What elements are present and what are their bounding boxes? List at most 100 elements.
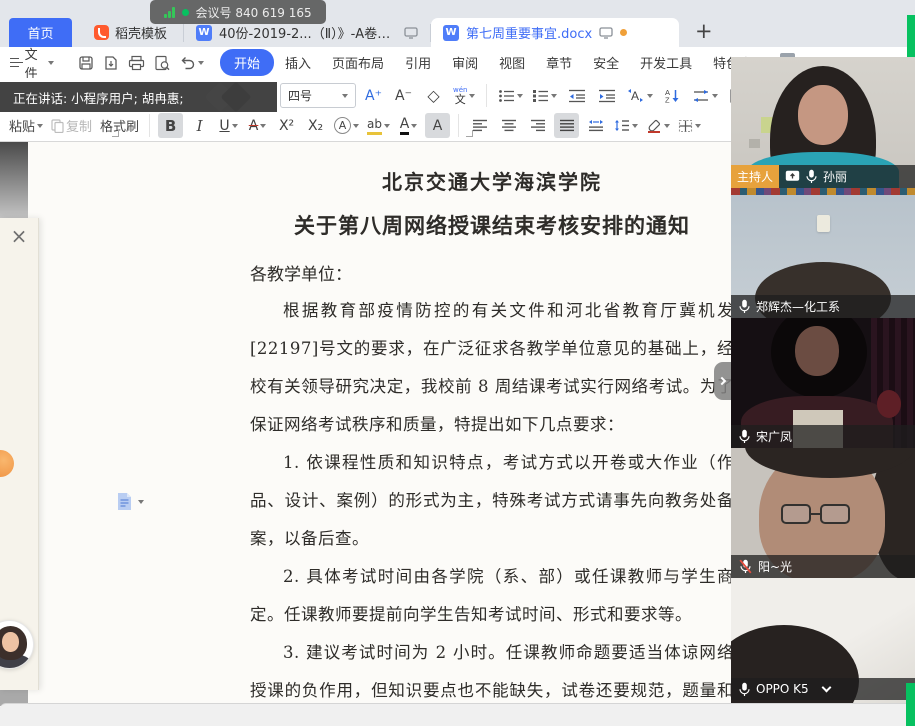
chevron-down-icon <box>469 94 475 98</box>
character-shading-button[interactable]: A <box>425 113 450 138</box>
now-speaking-text: 正在讲话: 小程序用户; 胡冉惠; <box>13 88 184 107</box>
ribbon-tab-security[interactable]: 安全 <box>583 50 629 75</box>
paragraph-mark-button[interactable] <box>690 83 720 108</box>
font-toolbar-row: 四号 A⁺ A⁻ ◇ wén 文 <box>280 83 750 108</box>
justify-button[interactable] <box>554 113 579 138</box>
participant-video-oppok5[interactable]: OPPO K5 <box>731 578 915 703</box>
screen-share-icon <box>785 170 800 183</box>
bold-button[interactable]: B <box>158 113 183 138</box>
export-pdf-button[interactable] <box>103 55 119 71</box>
blue-document-icon <box>116 492 133 511</box>
participant-name: 郑辉杰—化工系 <box>756 298 840 315</box>
sort-button[interactable]: AZ <box>660 83 685 108</box>
text-direction-button[interactable]: A <box>624 83 655 108</box>
paste-button[interactable]: 粘贴 <box>7 113 45 138</box>
ribbon-tab-section[interactable]: 章节 <box>536 50 582 75</box>
mic-icon <box>739 299 750 314</box>
ribbon-tab-dev-tools[interactable]: 开发工具 <box>630 50 702 75</box>
participant-video-yangguang[interactable]: 阳~光 <box>731 448 915 578</box>
highlight-color-button[interactable]: ab <box>365 113 392 138</box>
copy-button[interactable]: 复制 <box>49 113 94 138</box>
borders-button[interactable] <box>676 113 703 138</box>
chevron-down-icon <box>138 500 144 504</box>
clear-format-button[interactable]: ◇ <box>421 83 446 108</box>
participant-video-songguangfeng[interactable]: 宋广凤 <box>731 318 915 448</box>
format-painter-label: 格式刷 <box>100 116 139 135</box>
participant-video-zhenghuijie[interactable]: 郑辉杰—化工系 <box>731 188 915 318</box>
sticky-note <box>749 139 760 148</box>
print-button[interactable] <box>128 55 145 71</box>
screen-share-monitor-icon <box>599 27 613 39</box>
font-size-select[interactable]: 四号 <box>280 83 356 108</box>
light-switch <box>817 215 830 232</box>
bullet-list-button[interactable] <box>496 83 525 108</box>
app-window: 首页 稻壳模板 W 40份-2019-2...（Ⅱ）》-A卷答案 W 第七周重要… <box>0 0 915 726</box>
ribbon-tab-view[interactable]: 视图 <box>489 50 535 75</box>
font-size-value: 四号 <box>288 87 312 104</box>
save-button[interactable] <box>78 55 94 71</box>
divider <box>458 114 459 137</box>
emoji-peach-icon[interactable] <box>0 450 14 477</box>
clipboard-group-launcher-icon[interactable] <box>112 130 119 137</box>
beauty-avatar[interactable] <box>0 620 34 669</box>
tab-document-2-title: 第七周重要事宜.docx <box>466 23 592 42</box>
print-preview-button[interactable] <box>154 55 170 71</box>
distribute-button[interactable] <box>583 113 608 138</box>
ribbon-tabs: 开始 插入 页面布局 引用 审阅 视图 章节 安全 开发工具 特色应用 › <box>220 49 795 76</box>
ribbon-tab-home[interactable]: 开始 <box>220 49 274 76</box>
file-menu[interactable]: 文件 <box>0 44 64 82</box>
meeting-id-label: 会议号 840 619 165 <box>196 4 312 21</box>
signal-strength-icon <box>164 7 175 18</box>
align-center-button[interactable] <box>496 113 521 138</box>
ribbon-tab-references[interactable]: 引用 <box>395 50 441 75</box>
tab-home-label: 首页 <box>27 23 53 42</box>
pinyin-guide-button[interactable]: wén 文 <box>451 83 477 108</box>
chevron-down-icon <box>517 94 523 98</box>
strikethrough-button[interactable]: A <box>245 113 270 138</box>
font-color-button[interactable]: A <box>396 113 421 138</box>
participant-video-sunli[interactable]: 主持人 孙丽 <box>731 57 915 188</box>
undo-button[interactable] <box>179 56 204 70</box>
close-icon[interactable]: × <box>11 226 28 246</box>
tab-document-2-active[interactable]: W 第七周重要事宜.docx <box>431 18 679 47</box>
increase-font-button[interactable]: A⁺ <box>361 83 386 108</box>
share-border-green-bottom <box>906 683 915 726</box>
document-page[interactable]: 北京交通大学海滨学院 关于第八周网络授课结束考核安排的通知 各教学单位： 根据教… <box>28 142 731 706</box>
notice-paragraph: 2. 具体考试时间由各学院（系、部）或任课教师与学生商定。任课教师要提前向学生告… <box>250 558 734 634</box>
ribbon-tab-insert[interactable]: 插入 <box>275 50 321 75</box>
wps-writer-icon: W <box>443 25 459 41</box>
shading-fill-button[interactable] <box>644 113 672 138</box>
decrease-indent-button[interactable] <box>564 83 589 108</box>
ribbon-tab-page-layout[interactable]: 页面布局 <box>322 50 394 75</box>
video-panel-toggle[interactable] <box>714 362 731 400</box>
glasses <box>781 504 850 524</box>
meeting-id-pill[interactable]: 会议号 840 619 165 <box>150 0 326 24</box>
numbered-list-button[interactable] <box>530 83 559 108</box>
person-silhouette <box>798 85 848 145</box>
left-floating-panel: × <box>0 218 39 690</box>
text-effects-button[interactable]: A <box>332 113 361 138</box>
person-silhouette <box>795 326 839 376</box>
align-right-button[interactable] <box>525 113 550 138</box>
copy-label: 复制 <box>66 116 92 135</box>
new-tab-button[interactable]: + <box>695 18 713 44</box>
bottom-strip <box>0 703 915 726</box>
screen-share-monitor-icon <box>404 27 418 39</box>
superscript-button[interactable]: X² <box>274 113 299 138</box>
format-painter-button[interactable]: 格式刷 <box>98 113 141 138</box>
ribbon-tab-review[interactable]: 审阅 <box>442 50 488 75</box>
subscript-button[interactable]: X₂ <box>303 113 328 138</box>
share-border-green-top <box>907 15 915 57</box>
underline-button[interactable]: U <box>216 113 241 138</box>
italic-button[interactable]: I <box>187 113 212 138</box>
host-badge: 主持人 <box>731 165 779 188</box>
chevron-down-icon <box>198 61 204 65</box>
font-group-launcher-icon[interactable] <box>466 130 473 137</box>
chevron-down-icon[interactable] <box>821 683 831 693</box>
paste-label: 粘贴 <box>9 116 35 135</box>
notice-paragraph: 根据教育部疫情防控的有关文件和河北省教育厅冀机发[22197]号文的要求，在广泛… <box>250 292 734 444</box>
line-spacing-button[interactable] <box>612 113 640 138</box>
increase-indent-button[interactable] <box>594 83 619 108</box>
decrease-font-button[interactable]: A⁻ <box>391 83 416 108</box>
page-tool-button[interactable] <box>116 492 144 511</box>
